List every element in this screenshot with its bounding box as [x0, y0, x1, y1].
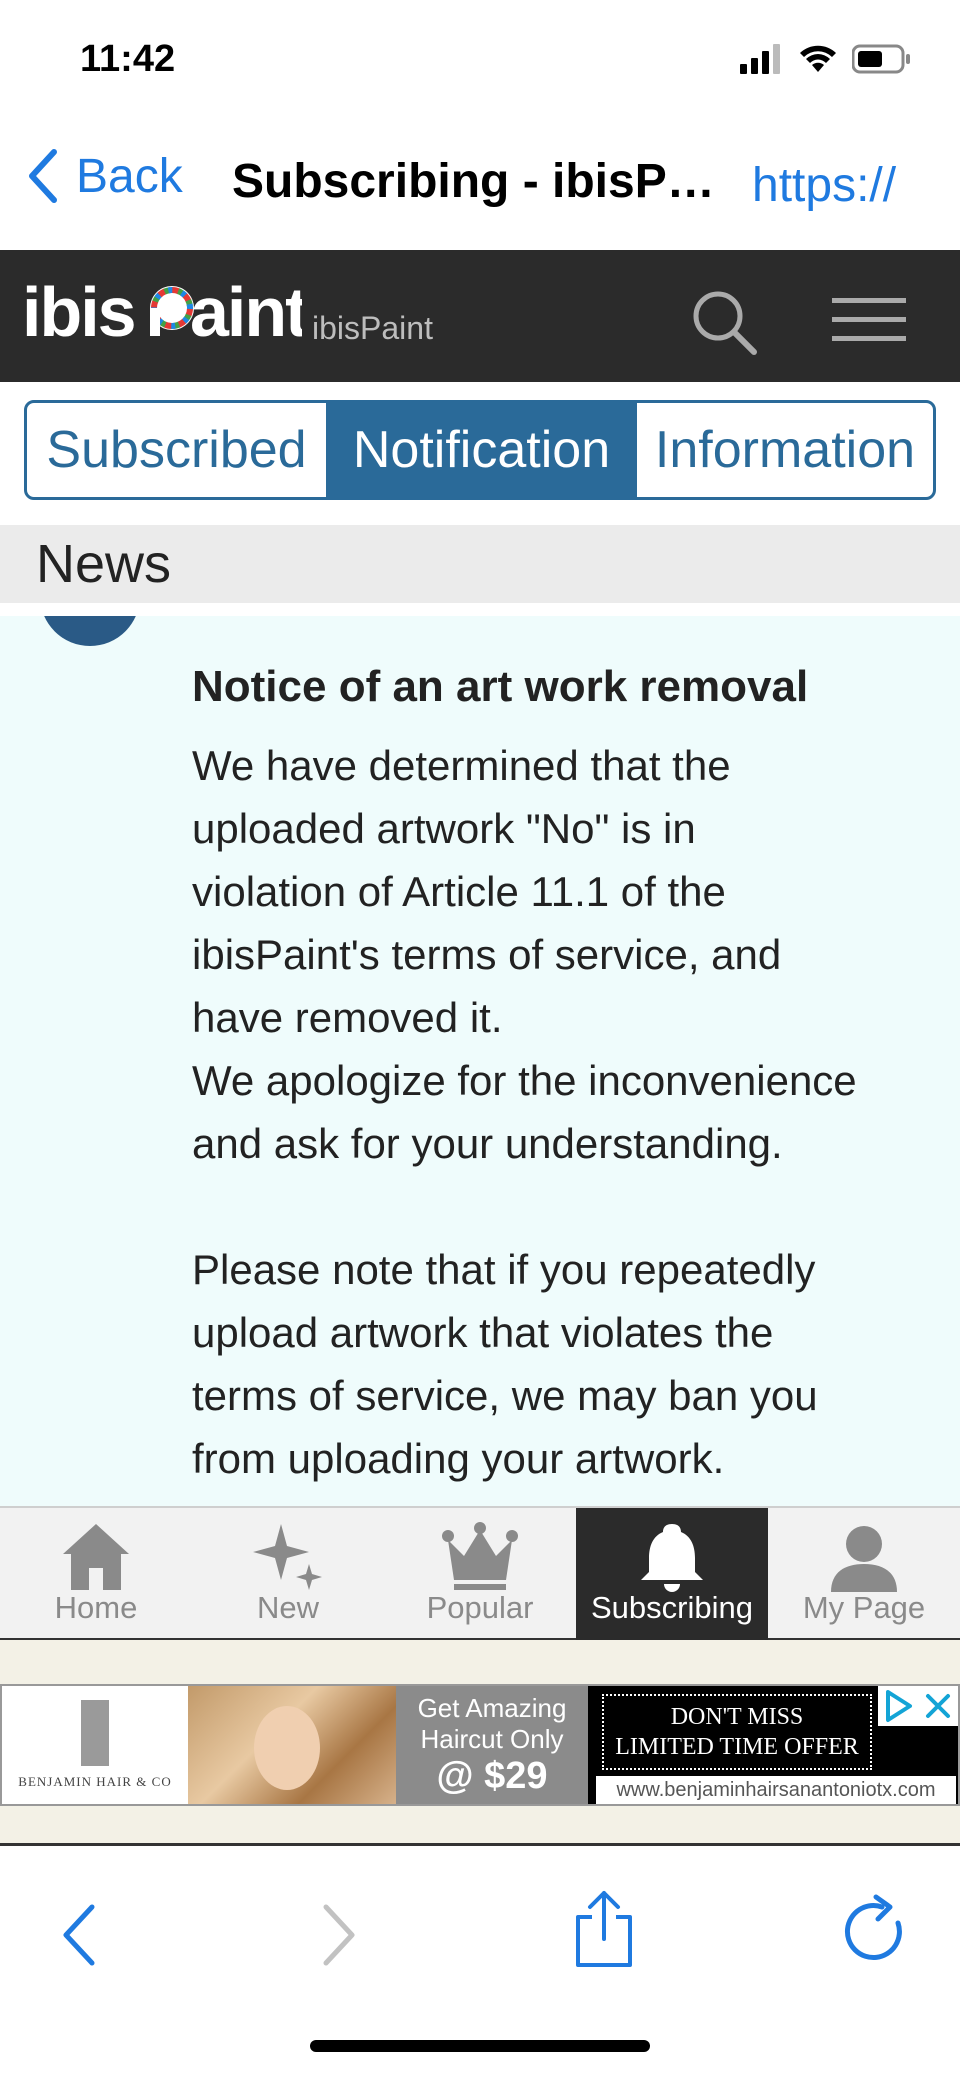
menu-button[interactable]	[832, 298, 906, 347]
back-button[interactable]: Back	[26, 148, 183, 204]
notice-line: from uploading your artwork.	[192, 1435, 725, 1482]
page-title: Subscribing - ibisPaint	[232, 155, 728, 208]
notice-body: We have determined that the uploaded art…	[192, 734, 942, 1490]
status-bar: 11:42	[0, 0, 960, 120]
ad-banner[interactable]: BENJAMIN HAIR & CO Get Amazing Haircut O…	[0, 1684, 960, 1806]
tab-subscribing[interactable]: Subscribing	[576, 1508, 768, 1640]
home-icon	[63, 1524, 129, 1590]
bottom-tab-bar: Home New Popular Subscribing My Page	[0, 1506, 960, 1640]
tab-home-label: Home	[54, 1590, 138, 1625]
browser-toolbar	[0, 1849, 960, 2079]
back-label: Back	[76, 149, 183, 203]
ad-cta: DON'T MISS LIMITED TIME OFFER www.benjam…	[588, 1686, 958, 1804]
logo-wordmark: ibis aint	[22, 273, 302, 351]
notice-line: Please note that if you repeatedly	[192, 1246, 816, 1293]
status-icons	[740, 44, 912, 74]
crown-icon	[442, 1522, 518, 1590]
section-header: News	[0, 525, 960, 603]
avatar[interactable]	[40, 616, 140, 646]
hamburger-menu-icon	[832, 298, 906, 341]
tab-home[interactable]: Home	[0, 1508, 192, 1640]
notice-line: and ask for your understanding.	[192, 1120, 783, 1167]
subscription-tabs: Subscribed Notification Information	[24, 400, 936, 500]
notice-line: upload artwork that violates the	[192, 1309, 774, 1356]
svg-text:aint: aint	[190, 273, 302, 351]
ad-offer-box: DON'T MISS LIMITED TIME OFFER	[602, 1694, 872, 1770]
notice-title: Notice of an art work removal	[192, 662, 809, 711]
signal-icon	[740, 44, 780, 74]
bell-icon	[641, 1524, 703, 1592]
ad-controls	[878, 1686, 958, 1726]
search-button[interactable]	[690, 288, 760, 363]
site-header: ibis aint ibisPaint	[0, 250, 960, 382]
notice-line: uploaded artwork "No" is in	[192, 805, 696, 852]
tab-new-label: New	[256, 1590, 319, 1625]
ad-brand-name: BENJAMIN HAIR & CO	[18, 1774, 172, 1789]
ad-price: @ $29	[436, 1754, 548, 1797]
tab-notification[interactable]: Notification	[329, 403, 637, 497]
tab-popular[interactable]: Popular	[384, 1508, 576, 1640]
logo-subtitle: ibisPaint	[312, 310, 433, 346]
notice-line: violation of Article 11.1 of the	[192, 868, 726, 915]
url-link[interactable]: https://	[752, 158, 896, 213]
notice-line: have removed it.	[192, 994, 503, 1041]
browser-forward-button[interactable]	[318, 1899, 362, 1976]
ad-line2: Haircut Only	[420, 1723, 564, 1754]
ad-area: BENJAMIN HAIR & CO Get Amazing Haircut O…	[0, 1640, 960, 1846]
search-icon	[693, 291, 757, 355]
tab-information[interactable]: Information	[637, 403, 933, 497]
ibispaint-logo[interactable]: ibis aint	[22, 272, 302, 352]
ad-offer1: DON'T MISS	[670, 1704, 804, 1730]
tab-popular-label: Popular	[426, 1590, 534, 1625]
person-icon	[831, 1526, 897, 1592]
tab-new[interactable]: New	[192, 1508, 384, 1640]
chevron-right-icon	[323, 1904, 355, 1966]
tab-subscribing-label: Subscribing	[591, 1590, 753, 1625]
browser-back-button[interactable]	[56, 1899, 100, 1976]
notice-line: terms of service, we may ban you	[192, 1372, 818, 1419]
section-title: News	[36, 534, 172, 594]
chevron-left-icon	[63, 1904, 95, 1966]
home-indicator	[310, 2040, 650, 2052]
share-button[interactable]	[572, 1889, 636, 1974]
ad-brand-logo: BENJAMIN HAIR & CO	[2, 1686, 188, 1804]
share-icon	[576, 1891, 632, 1967]
browser-nav-bar: Back Subscribing - ibisPaint https://	[0, 120, 960, 250]
wifi-icon	[800, 45, 836, 72]
close-icon[interactable]	[918, 1686, 958, 1726]
svg-text:ibis: ibis	[22, 273, 135, 351]
ad-offer-text: Get Amazing Haircut Only @ $29	[396, 1686, 588, 1804]
tab-subscribed[interactable]: Subscribed	[27, 403, 329, 497]
ad-choices-icon[interactable]	[878, 1686, 918, 1726]
ad-photo-face	[254, 1706, 320, 1790]
ad-line1: Get Amazing	[417, 1692, 567, 1723]
reload-icon	[844, 1894, 902, 1961]
battery-icon	[852, 44, 910, 74]
notice-line: ibisPaint's terms of service, and	[192, 931, 782, 978]
chevron-left-icon	[29, 149, 57, 203]
tab-my-page[interactable]: My Page	[768, 1508, 960, 1640]
notice-line: We have determined that the	[192, 742, 731, 789]
ad-monogram	[81, 1700, 109, 1766]
status-time: 11:42	[80, 38, 176, 80]
notice-item: Notice of an art work removal We have de…	[0, 616, 960, 1506]
notice-line: We apologize for the inconvenience	[192, 1057, 857, 1104]
tab-my-page-label: My Page	[802, 1590, 926, 1625]
ad-offer2: LIMITED TIME OFFER	[615, 1734, 859, 1760]
reload-button[interactable]	[842, 1893, 912, 1974]
ad-url: www.benjaminhairsanantoniotx.com	[596, 1776, 956, 1804]
sparkle-icon	[253, 1524, 322, 1590]
ad-photo	[188, 1686, 396, 1804]
